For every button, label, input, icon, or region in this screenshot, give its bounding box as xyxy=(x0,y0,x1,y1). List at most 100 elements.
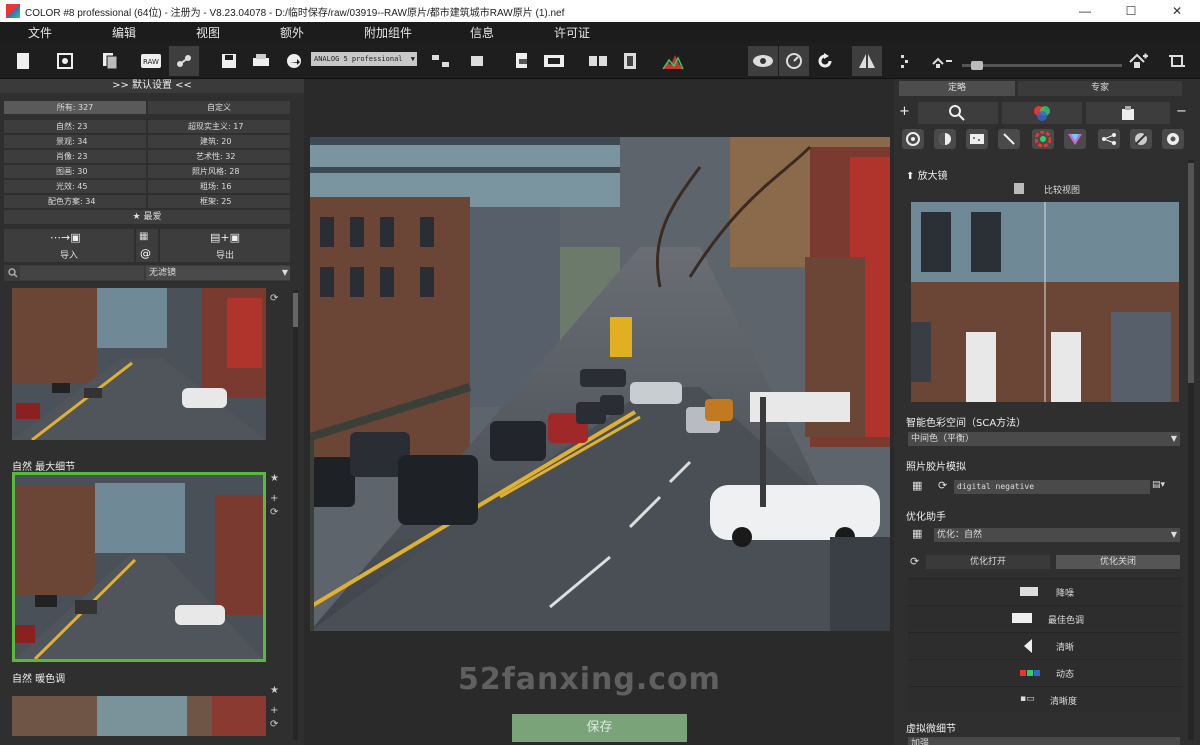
category-architecture[interactable]: 建筑: 20 xyxy=(148,135,290,148)
preview-eye-icon[interactable] xyxy=(748,46,778,76)
share-preset-icon[interactable]: ⟳ xyxy=(270,506,278,520)
document-icon[interactable] xyxy=(507,46,537,76)
export-button[interactable]: ▤+▣ 导出 xyxy=(160,229,290,262)
remove-tool-icon[interactable]: − xyxy=(1176,104,1187,119)
menu-view[interactable]: 视图 xyxy=(196,22,220,41)
zoom-slider[interactable] xyxy=(962,64,1122,67)
film-refresh-icon[interactable]: ⟳ xyxy=(938,479,947,492)
add-icon[interactable]: + xyxy=(270,704,278,718)
preset-thumbnail[interactable] xyxy=(12,696,266,736)
magnifier-tool-button[interactable] xyxy=(918,102,998,124)
option-row-sharpness[interactable]: ▪▭ 清晰度 xyxy=(908,686,1182,712)
optimize-grid-icon[interactable]: ▦ xyxy=(912,527,922,540)
optimize-off-button[interactable]: 优化关闭 xyxy=(1056,555,1180,569)
frame-icon[interactable] xyxy=(539,46,569,76)
category-surreal[interactable]: 超现实主义: 17 xyxy=(148,120,290,133)
history-icon[interactable] xyxy=(50,46,80,76)
zoom-out-icon[interactable] xyxy=(928,46,958,76)
zoom-fit-icon[interactable] xyxy=(890,46,920,76)
email-button[interactable]: ▦ @ xyxy=(136,229,158,262)
nodes-tool-icon[interactable] xyxy=(1098,129,1120,149)
menu-license[interactable]: 许可证 xyxy=(554,22,590,41)
layout-icon[interactable] xyxy=(426,46,456,76)
category-frame[interactable]: 框架: 25 xyxy=(148,195,290,208)
copy-icon[interactable] xyxy=(95,46,125,76)
zoom-slider-handle[interactable] xyxy=(970,61,983,70)
import-button[interactable]: ⋯→▣ 导入 xyxy=(4,229,134,262)
gradient-triangle-icon[interactable] xyxy=(1064,129,1086,149)
film-grid-icon[interactable]: ▦ xyxy=(912,479,922,492)
add-icon[interactable]: + xyxy=(270,492,278,506)
maximize-button[interactable]: ☐ xyxy=(1108,4,1154,18)
compare-icon[interactable] xyxy=(583,46,613,76)
layers-tool-button[interactable] xyxy=(1086,102,1170,124)
no-filter-icon[interactable] xyxy=(1130,129,1152,149)
new-file-icon[interactable] xyxy=(8,46,38,76)
category-nature[interactable]: 自然: 23 xyxy=(4,120,146,133)
preset-select[interactable]: ANALOG 5 professional ▼ xyxy=(311,52,417,66)
histogram-icon[interactable] xyxy=(658,46,688,76)
magnifier-section-title[interactable]: ⬆ 放大镜 xyxy=(906,167,948,182)
category-color-scheme[interactable]: 配色方案: 34 xyxy=(4,195,146,208)
brush-tool-icon[interactable] xyxy=(998,129,1020,149)
menu-info[interactable]: 信息 xyxy=(470,22,494,41)
film-options-icon[interactable]: ▤▾ xyxy=(1152,480,1165,490)
menu-file[interactable]: 文件 xyxy=(28,22,52,41)
star-icon[interactable]: ★ xyxy=(270,684,279,698)
optimize-refresh-icon[interactable]: ⟳ xyxy=(910,555,919,568)
favorites-button[interactable]: ★ 最爱 xyxy=(4,210,290,224)
close-button[interactable]: ✕ xyxy=(1154,4,1200,18)
tab-expert[interactable]: 专家 xyxy=(1018,81,1182,96)
batch-tools-icon[interactable] xyxy=(169,46,199,76)
compare-checkbox[interactable] xyxy=(1014,183,1024,194)
noise-tool-icon[interactable] xyxy=(966,129,988,149)
export-layers-icon[interactable] xyxy=(463,46,493,76)
category-all[interactable]: 所有: 327 xyxy=(4,101,146,114)
optimize-on-button[interactable]: 优化打开 xyxy=(926,555,1050,569)
fullscreen-icon[interactable] xyxy=(615,46,645,76)
color-wheel-icon[interactable] xyxy=(1032,129,1054,149)
preset-group-header[interactable]: >> 默认设置 << xyxy=(0,79,304,93)
minimize-button[interactable]: — xyxy=(1062,4,1108,18)
option-row-denoise[interactable]: 降噪 xyxy=(908,578,1182,604)
split-view-icon[interactable] xyxy=(852,46,882,76)
option-row-best-tone[interactable]: 最佳色调 xyxy=(908,605,1182,631)
add-tool-icon[interactable]: + xyxy=(899,104,910,119)
smart-color-select[interactable]: 中间色（平衡） ▼ xyxy=(908,432,1180,446)
share-preset-icon[interactable]: ⟳ xyxy=(270,718,278,732)
save-button[interactable]: 保存 xyxy=(512,714,687,742)
share-preset-icon[interactable]: ⟳ xyxy=(270,292,278,306)
category-drawing[interactable]: 图画: 30 xyxy=(4,165,146,178)
print-icon[interactable] xyxy=(246,46,276,76)
raw-icon[interactable]: RAW xyxy=(136,46,166,76)
redo-icon[interactable] xyxy=(810,46,840,76)
category-light-effects[interactable]: 光效: 45 xyxy=(4,180,146,193)
option-row-dynamic[interactable]: 动态 xyxy=(908,659,1182,685)
menu-addons[interactable]: 附加组件 xyxy=(364,22,412,41)
option-row-clarity[interactable]: 清晰 xyxy=(908,632,1182,658)
category-custom[interactable]: 自定义 xyxy=(148,101,290,114)
menu-extra[interactable]: 额外 xyxy=(280,22,304,41)
preset-thumbnail-selected[interactable] xyxy=(12,472,266,662)
thumbnail-scroll-thumb[interactable] xyxy=(293,293,298,327)
crop-rotate-icon[interactable] xyxy=(1162,46,1192,76)
tab-basic[interactable]: 定略 xyxy=(899,81,1015,96)
category-artistic[interactable]: 艺术性: 32 xyxy=(148,150,290,163)
category-portrait[interactable]: 肖像: 23 xyxy=(4,150,146,163)
live-preview-icon[interactable] xyxy=(779,46,809,76)
filter-select[interactable]: 无滤镜 ▼ xyxy=(146,266,290,280)
star-icon[interactable]: ★ xyxy=(270,472,279,486)
thumbnail-scrollbar[interactable] xyxy=(293,290,298,740)
preset-thumbnail[interactable] xyxy=(12,288,266,440)
main-photo[interactable] xyxy=(310,137,890,631)
category-landscape[interactable]: 景观: 34 xyxy=(4,135,146,148)
lens-tool-icon[interactable] xyxy=(902,129,924,149)
aperture-icon[interactable] xyxy=(1162,129,1184,149)
detail-select[interactable]: 加强 xyxy=(908,737,1180,745)
menu-edit[interactable]: 编辑 xyxy=(112,22,136,41)
zoom-in-icon[interactable] xyxy=(1124,46,1154,76)
color-tool-button[interactable] xyxy=(1002,102,1082,124)
film-select[interactable]: digital negative xyxy=(954,480,1150,494)
optimize-select[interactable]: 优化：自然 ▼ xyxy=(934,528,1180,542)
magnifier-preview[interactable] xyxy=(911,202,1179,402)
